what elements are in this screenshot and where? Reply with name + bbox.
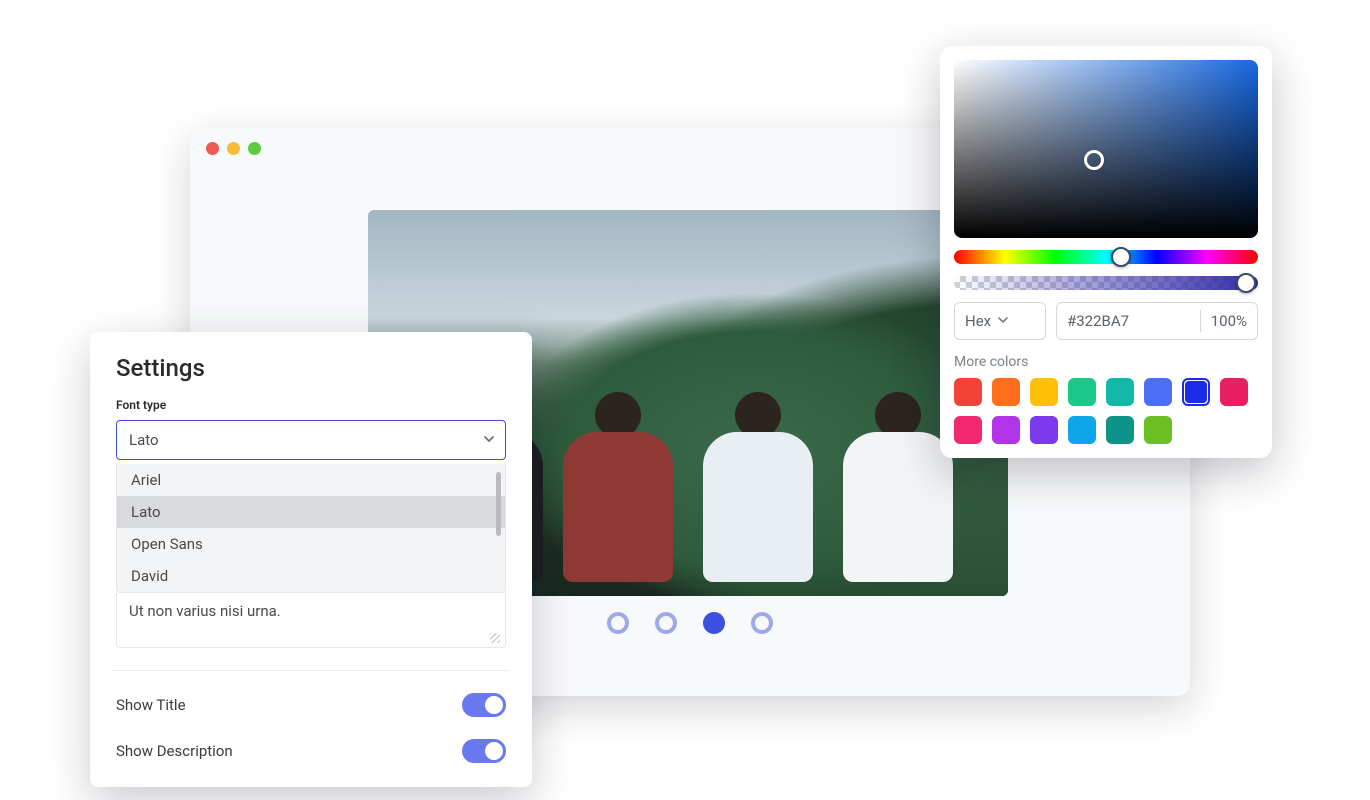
font-option-ariel[interactable]: Ariel: [117, 464, 505, 496]
font-option-lato[interactable]: Lato: [117, 496, 505, 528]
hex-input[interactable]: #322BA7 100%: [1056, 302, 1258, 340]
hex-value: #322BA7: [1067, 312, 1129, 330]
hero-person-2: [558, 366, 678, 596]
dropdown-scrollbar[interactable]: [496, 472, 501, 536]
color-input-row: Hex #322BA7 100%: [954, 302, 1258, 340]
pager-dot-2[interactable]: [655, 612, 677, 634]
color-swatch-7[interactable]: [1182, 378, 1210, 406]
font-type-label: Font type: [116, 398, 506, 412]
opacity-slider-thumb[interactable]: [1236, 273, 1256, 293]
font-type-dropdown: Ariel Lato Open Sans David: [116, 464, 506, 593]
color-swatch-5[interactable]: [1106, 378, 1134, 406]
window-close-dot[interactable]: [206, 142, 219, 155]
pager-dot-4[interactable]: [751, 612, 773, 634]
color-swatch-10[interactable]: [992, 416, 1020, 444]
chevron-down-icon: [997, 312, 1009, 330]
opacity-value: 100%: [1211, 312, 1247, 330]
carousel-pager: [607, 612, 773, 634]
color-swatch-12[interactable]: [1068, 416, 1096, 444]
hue-slider-thumb[interactable]: [1111, 247, 1131, 267]
settings-divider: [112, 670, 510, 671]
settings-title: Settings: [116, 354, 506, 382]
show-title-toggle[interactable]: [462, 693, 506, 717]
color-swatches: [954, 378, 1258, 444]
color-picker-cursor[interactable]: [1084, 150, 1104, 170]
color-swatch-4[interactable]: [1068, 378, 1096, 406]
show-description-toggle[interactable]: [462, 739, 506, 763]
color-swatch-11[interactable]: [1030, 416, 1058, 444]
pager-dot-1[interactable]: [607, 612, 629, 634]
show-description-label: Show Description: [116, 742, 233, 760]
font-option-open-sans[interactable]: Open Sans: [117, 528, 505, 560]
color-swatch-2[interactable]: [992, 378, 1020, 406]
color-format-label: Hex: [965, 312, 991, 330]
hue-slider[interactable]: [954, 250, 1258, 264]
show-description-row: Show Description: [116, 739, 506, 763]
input-divider: [1200, 310, 1201, 332]
font-type-value: Lato: [129, 431, 159, 449]
color-swatch-14[interactable]: [1144, 416, 1172, 444]
color-swatch-3[interactable]: [1030, 378, 1058, 406]
color-swatch-6[interactable]: [1144, 378, 1172, 406]
more-colors-label: More colors: [954, 354, 1258, 370]
hero-person-3: [698, 366, 818, 596]
description-textarea[interactable]: Ut non varius nisi urna.: [116, 593, 506, 648]
font-type-select[interactable]: Lato: [116, 420, 506, 460]
window-minimize-dot[interactable]: [227, 142, 240, 155]
show-title-row: Show Title: [116, 693, 506, 717]
pager-dot-3[interactable]: [703, 612, 725, 634]
opacity-slider[interactable]: [954, 276, 1258, 290]
color-swatch-13[interactable]: [1106, 416, 1134, 444]
show-title-label: Show Title: [116, 696, 186, 714]
color-swatch-8[interactable]: [1220, 378, 1248, 406]
window-maximize-dot[interactable]: [248, 142, 261, 155]
settings-panel: Settings Font type Lato Ariel Lato Open …: [90, 332, 532, 787]
color-picker-panel: Hex #322BA7 100% More colors: [940, 46, 1272, 458]
font-option-david[interactable]: David: [117, 560, 505, 592]
color-swatch-1[interactable]: [954, 378, 982, 406]
description-textarea-value: Ut non varius nisi urna.: [129, 602, 281, 620]
color-format-select[interactable]: Hex: [954, 302, 1046, 340]
color-picker-field[interactable]: [954, 60, 1258, 238]
color-swatch-9[interactable]: [954, 416, 982, 444]
chevron-down-icon: [483, 431, 495, 449]
